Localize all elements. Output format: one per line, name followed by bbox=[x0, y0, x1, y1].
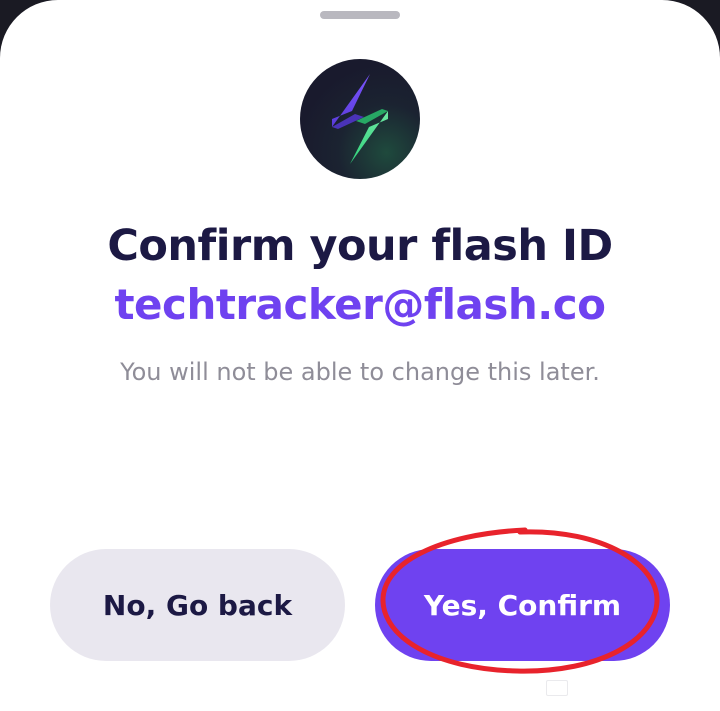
watermark bbox=[546, 679, 568, 697]
confirm-bottom-sheet: Confirm your flash ID techtracker@flash.… bbox=[0, 0, 720, 711]
go-back-button[interactable]: No, Go back bbox=[50, 549, 345, 661]
flash-id-value: techtracker@flash.co bbox=[114, 280, 606, 329]
warning-notice: You will not be able to change this late… bbox=[120, 358, 600, 386]
drag-handle[interactable] bbox=[320, 11, 400, 19]
lightning-bolt-icon bbox=[332, 74, 388, 164]
watermark-logo bbox=[546, 680, 568, 696]
page-title: Confirm your flash ID bbox=[107, 221, 613, 271]
confirm-button[interactable]: Yes, Confirm bbox=[375, 549, 670, 661]
flash-logo-icon bbox=[300, 59, 420, 179]
